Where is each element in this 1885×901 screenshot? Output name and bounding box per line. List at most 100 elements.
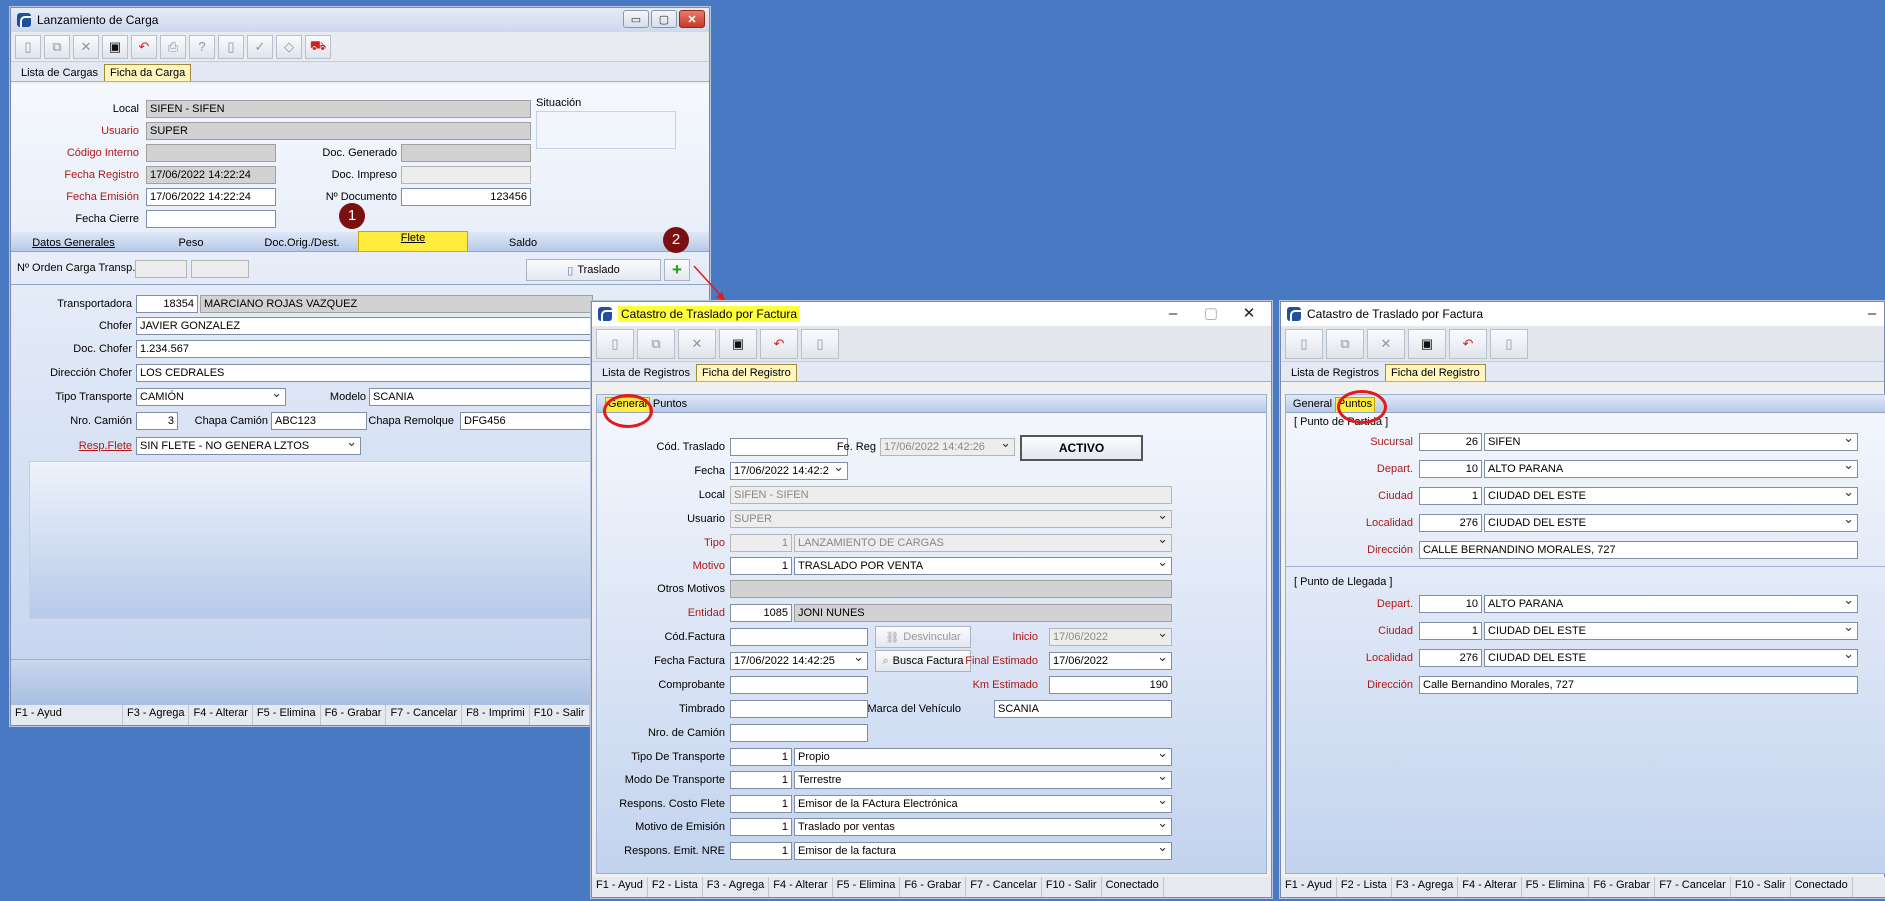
exit-icon[interactable]: ▯ bbox=[801, 328, 839, 359]
exit-icon[interactable]: ▯ bbox=[218, 34, 244, 59]
status-f6[interactable]: F6 - Grabar bbox=[321, 705, 387, 725]
tab-ficha-registro[interactable]: Ficha del Registro bbox=[696, 364, 797, 381]
undo-icon[interactable]: ↶ bbox=[1449, 328, 1487, 359]
tipo-transporte-code-field[interactable]: 1 bbox=[730, 748, 792, 766]
status-f3[interactable]: F3 - Agrega bbox=[123, 705, 190, 725]
partida-direccion-field[interactable]: CALLE BERNANDINO MORALES, 727 bbox=[1419, 541, 1858, 559]
tipo-transporte-select[interactable]: Propio bbox=[794, 748, 1172, 766]
minimize-button[interactable]: – bbox=[1155, 304, 1191, 322]
tipo-transporte-select[interactable]: CAMIÓN bbox=[136, 388, 286, 406]
motivo-select[interactable]: TRASLADO POR VENTA bbox=[794, 557, 1172, 575]
close-button[interactable]: ✕ bbox=[1231, 304, 1267, 322]
partida-ciudad-code-field[interactable]: 1 bbox=[1419, 487, 1482, 505]
transportadora-name-field[interactable]: MARCIANO ROJAS VAZQUEZ bbox=[200, 295, 593, 313]
subtab-saldo[interactable]: Saldo bbox=[468, 237, 578, 251]
modo-transporte-select[interactable]: Terrestre bbox=[794, 771, 1172, 789]
direccion-chofer-field[interactable]: LOS CEDRALES bbox=[136, 364, 593, 382]
llegada-localidad-select[interactable]: CIUDAD DEL ESTE bbox=[1484, 649, 1858, 667]
status-f5[interactable]: F5 - Elimina bbox=[833, 877, 901, 897]
codigo-field[interactable] bbox=[146, 144, 276, 162]
partida-localidad-code-field[interactable]: 276 bbox=[1419, 514, 1482, 532]
modo-transporte-code-field[interactable]: 1 bbox=[730, 771, 792, 789]
marca-vehiculo-field[interactable]: SCANIA bbox=[994, 700, 1172, 718]
sucursal-select[interactable]: SIFEN bbox=[1484, 433, 1858, 451]
subtab-flete[interactable]: Flete bbox=[358, 231, 468, 251]
entidad-name-field[interactable]: JONI NUNES bbox=[794, 604, 1172, 622]
fecha-cierre-field[interactable] bbox=[146, 210, 276, 228]
tab-ficha-registro[interactable]: Ficha del Registro bbox=[1385, 364, 1486, 381]
resp-costo-flete-code-field[interactable]: 1 bbox=[730, 795, 792, 813]
status-f7[interactable]: F7 - Cancelar bbox=[386, 705, 463, 725]
status-f7[interactable]: F7 - Cancelar bbox=[1655, 877, 1731, 897]
status-f7[interactable]: F7 - Cancelar bbox=[966, 877, 1042, 897]
delete-icon[interactable]: ✕ bbox=[678, 328, 716, 359]
help-icon[interactable]: ? bbox=[189, 34, 215, 59]
resp-flete-select[interactable]: SIN FLETE - NO GENERA LZTOS bbox=[136, 437, 361, 455]
copy-icon[interactable]: ⧉ bbox=[1326, 328, 1364, 359]
fecha-emision-field[interactable]: 17/06/2022 14:22:24 bbox=[146, 188, 276, 206]
chapa-remolque-field[interactable]: DFG456 bbox=[460, 412, 593, 430]
modelo-field[interactable]: SCANIA bbox=[369, 388, 593, 406]
cod-traslado-field[interactable] bbox=[730, 438, 848, 456]
subtab-doc-orig-dest[interactable]: Doc.Orig./Dest. bbox=[246, 237, 358, 251]
fecha-field[interactable]: 17/06/2022 14:42:2 bbox=[730, 462, 848, 480]
partida-depart-select[interactable]: ALTO PARANA bbox=[1484, 460, 1858, 478]
minimize-button[interactable]: – bbox=[1854, 304, 1885, 322]
copy-icon[interactable]: ⧉ bbox=[44, 34, 70, 59]
status-f5[interactable]: F5 - Elimina bbox=[253, 705, 321, 725]
tab-ficha-carga[interactable]: Ficha da Carga bbox=[104, 64, 192, 81]
status-f10[interactable]: F10 - Salir bbox=[1042, 877, 1102, 897]
resp-costo-flete-select[interactable]: Emisor de la FActura Electrónica bbox=[794, 795, 1172, 813]
status-f2[interactable]: F2 - Lista bbox=[1337, 877, 1392, 897]
print-icon[interactable]: ⎙ bbox=[160, 34, 186, 59]
llegada-ciudad-select[interactable]: CIUDAD DEL ESTE bbox=[1484, 622, 1858, 640]
busca-factura-button[interactable]: ⌕ Busca Factura bbox=[875, 650, 971, 672]
cod-factura-field[interactable] bbox=[730, 628, 868, 646]
tab-lista-cargas[interactable]: Lista de Cargas bbox=[15, 64, 104, 81]
status-f4[interactable]: F4 - Alterar bbox=[769, 877, 833, 897]
sucursal-code-field[interactable]: 26 bbox=[1419, 433, 1482, 451]
delete-icon[interactable]: ✕ bbox=[73, 34, 99, 59]
status-f2[interactable]: F2 - Lista bbox=[648, 877, 703, 897]
status-f5[interactable]: F5 - Elimina bbox=[1522, 877, 1590, 897]
partida-depart-code-field[interactable]: 10 bbox=[1419, 460, 1482, 478]
llegada-ciudad-code-field[interactable]: 1 bbox=[1419, 622, 1482, 640]
status-f4[interactable]: F4 - Alterar bbox=[1458, 877, 1522, 897]
motivo-emision-code-field[interactable]: 1 bbox=[730, 818, 792, 836]
subtab-datos-generales[interactable]: Datos Generales bbox=[11, 237, 136, 251]
maximize-button[interactable]: ▢ bbox=[651, 10, 677, 28]
fecha-factura-field[interactable]: 17/06/2022 14:42:25 bbox=[730, 652, 868, 670]
llegada-direccion-field[interactable]: Calle Bernandino Morales, 727 bbox=[1419, 676, 1858, 694]
check-icon[interactable]: ✓ bbox=[247, 34, 273, 59]
eraser-icon[interactable]: ◇ bbox=[276, 34, 302, 59]
delete-icon[interactable]: ✕ bbox=[1367, 328, 1405, 359]
status-f8[interactable]: F8 - Imprimi bbox=[462, 705, 530, 725]
tipo-code-field[interactable]: 1 bbox=[730, 534, 792, 552]
undo-icon[interactable]: ↶ bbox=[131, 34, 157, 59]
resp-emit-nre-select[interactable]: Emisor de la factura bbox=[794, 842, 1172, 860]
doc-chofer-field[interactable]: 1.234.567 bbox=[136, 340, 593, 358]
minimize-button[interactable]: ▭ bbox=[623, 10, 649, 28]
copy-icon[interactable]: ⧉ bbox=[637, 328, 675, 359]
new-icon[interactable]: ▯ bbox=[15, 34, 41, 59]
subtab-general[interactable]: General bbox=[1290, 398, 1335, 412]
close-button[interactable]: ✕ bbox=[679, 10, 705, 28]
final-estimado-field[interactable]: 17/06/2022 bbox=[1049, 652, 1172, 670]
save-icon[interactable]: ▣ bbox=[102, 34, 128, 59]
chapa-camion-field[interactable]: ABC123 bbox=[271, 412, 367, 430]
fe-reg-field[interactable]: 17/06/2022 14:42:26 bbox=[880, 438, 1015, 456]
timbrado-field[interactable] bbox=[730, 700, 868, 718]
doc-generado-field[interactable] bbox=[401, 144, 531, 162]
transportadora-code-field[interactable]: 18354 bbox=[136, 295, 198, 313]
nro-camion-field[interactable] bbox=[730, 724, 868, 742]
status-f6[interactable]: F6 - Grabar bbox=[1589, 877, 1656, 897]
doc-impreso-field[interactable] bbox=[401, 166, 531, 184]
llegada-depart-select[interactable]: ALTO PARANA bbox=[1484, 595, 1858, 613]
partida-localidad-select[interactable]: CIUDAD DEL ESTE bbox=[1484, 514, 1858, 532]
inicio-field[interactable]: 17/06/2022 bbox=[1049, 628, 1172, 646]
save-icon[interactable]: ▣ bbox=[1408, 328, 1446, 359]
km-estimado-field[interactable]: 190 bbox=[1049, 676, 1172, 694]
resp-emit-nre-code-field[interactable]: 1 bbox=[730, 842, 792, 860]
status-f10[interactable]: F10 - Salir bbox=[1731, 877, 1791, 897]
status-f3[interactable]: F3 - Agrega bbox=[1392, 877, 1459, 897]
